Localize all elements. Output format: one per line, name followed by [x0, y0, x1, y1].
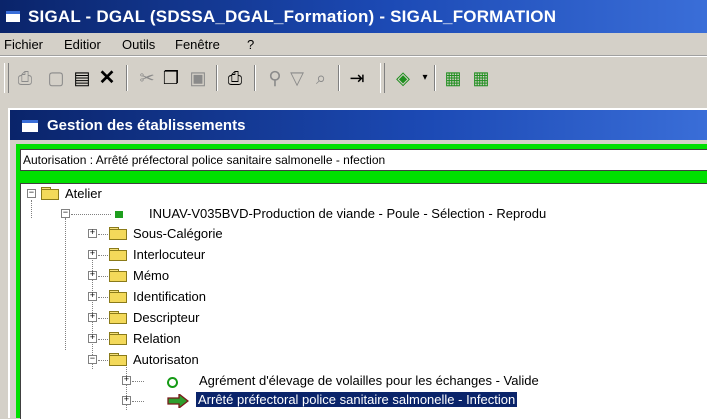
green-blocks-icon[interactable]: ▦: [470, 67, 492, 89]
production-status-icon: [115, 211, 123, 218]
tree-connector: [132, 401, 144, 402]
toolbar-grip[interactable]: [380, 63, 385, 93]
menu-bar: Fichier Editior Outils Fenêtre ?: [0, 33, 707, 56]
zoom-icon[interactable]: ⌕: [310, 67, 332, 89]
toolbar-separator: [126, 65, 128, 91]
tree-label: Mémo: [133, 268, 170, 283]
toolbar-separator: [338, 65, 340, 91]
green-stack-icon[interactable]: ◈: [392, 67, 414, 89]
tree-label: Identification: [133, 289, 206, 304]
tree-label: Sous-Calégorie: [133, 226, 223, 241]
green-blocks-icon[interactable]: ▦: [442, 67, 464, 89]
tree-label: Descripteur: [133, 310, 200, 325]
new-document-icon[interactable]: ▢: [45, 67, 67, 89]
cut-icon[interactable]: ✂: [136, 67, 158, 89]
collapse-icon[interactable]: −: [27, 189, 36, 198]
find-icon[interactable]: ⚲: [264, 67, 286, 89]
expand-icon[interactable]: +: [88, 334, 97, 343]
folder-icon: [109, 227, 127, 240]
child-titlebar: Gestion des établissements: [10, 110, 707, 140]
tree-node-autorisation[interactable]: − Autorisaton: [21, 350, 707, 370]
menu-help[interactable]: ?: [247, 37, 254, 52]
tree-node-interlocuteur[interactable]: + Interlocuteur: [21, 245, 707, 265]
gestion-etablissements-window: Gestion des établissements Autorisation …: [8, 108, 707, 419]
toolbar: ⎙ ▢ ▤ ✕ ✂ ❐ ▣ ⎙ ⚲ ▽ ⌕ ⇥ ◈ ▾ ▦ ▦: [0, 56, 707, 99]
expand-icon[interactable]: +: [88, 313, 97, 322]
folder-icon: [109, 311, 127, 324]
tree-node-descripteur[interactable]: + Descripteur: [21, 308, 707, 328]
tree-connector: [98, 234, 108, 235]
expand-icon[interactable]: +: [122, 376, 131, 385]
window-icon: [6, 11, 20, 22]
tree-label-selected: Arrêté préfectoral police sanitaire salm…: [196, 392, 518, 407]
filter-icon[interactable]: ▽: [286, 67, 308, 89]
tree-node-production[interactable]: − INUAV-V035BVD-Production de viande - P…: [21, 204, 707, 224]
autorisation-text: Autorisation : Arrêté préfectoral police…: [23, 153, 386, 167]
toolbar-separator: [216, 65, 218, 91]
tree-connector: [132, 381, 144, 382]
expand-icon[interactable]: +: [88, 229, 97, 238]
expand-icon[interactable]: +: [88, 271, 97, 280]
tree-label: INUAV-V035BVD-Production de viande - Pou…: [149, 206, 547, 221]
toolbar-separator: [254, 65, 256, 91]
tree-label: Interlocuteur: [133, 247, 206, 262]
folder-icon: [109, 290, 127, 303]
print-icon[interactable]: ⎙: [224, 67, 246, 89]
app-titlebar: SIGAL - DGAL (SDSSA_DGAL_Formation) - SI…: [0, 0, 707, 33]
tree-node-memo[interactable]: + Mémo: [21, 266, 707, 286]
toolbar-grip[interactable]: [4, 63, 9, 93]
folder-icon: [109, 269, 127, 282]
tree-connector: [98, 297, 108, 298]
expand-icon[interactable]: +: [88, 250, 97, 259]
tree-view[interactable]: − Atelier − INUAV-V035BVD-Production de …: [20, 183, 707, 419]
tree-connector: [98, 255, 108, 256]
valid-status-icon: [167, 377, 178, 388]
tree-connector: [98, 360, 108, 361]
tree-connector: [71, 214, 111, 215]
dropdown-arrow-icon[interactable]: ▾: [414, 67, 436, 89]
menu-outils[interactable]: Outils: [122, 37, 155, 52]
folder-icon: [109, 332, 127, 345]
tree-label: Atelier: [65, 186, 102, 201]
highlight-frame: Autorisation : Arrêté préfectoral police…: [16, 144, 707, 419]
tree-label: Agrément d'élevage de volailles pour les…: [199, 373, 539, 388]
folder-icon: [41, 187, 59, 200]
menu-fenetre[interactable]: Fenêtre: [175, 37, 220, 52]
tree-node-relation[interactable]: + Relation: [21, 329, 707, 349]
tree-node-sous-categorie[interactable]: + Sous-Calégorie: [21, 224, 707, 244]
paste-icon[interactable]: ▣: [187, 67, 209, 89]
delete-icon[interactable]: ✕: [96, 67, 118, 89]
menu-edition[interactable]: Editior: [64, 37, 101, 52]
tree-label: Autorisaton: [133, 352, 199, 367]
toolbar-separator: [434, 65, 436, 91]
menu-fichier[interactable]: Fichier: [4, 37, 43, 52]
tree-node-identification[interactable]: + Identification: [21, 287, 707, 307]
tree-node-atelier[interactable]: − Atelier: [21, 184, 707, 204]
folder-icon: [109, 353, 127, 366]
app-title: SIGAL - DGAL (SDSSA_DGAL_Formation) - SI…: [28, 7, 557, 26]
folder-icon: [109, 248, 127, 261]
tree-node-agrement[interactable]: + Agrément d'élevage de volailles pour l…: [21, 371, 707, 391]
arrow-right-icon: [167, 394, 189, 408]
exit-icon[interactable]: ⇥: [346, 67, 368, 89]
tree-connector: [98, 276, 108, 277]
tree-node-arrete[interactable]: + Arrêté préfectoral police sanitaire sa…: [21, 391, 707, 411]
properties-icon[interactable]: ▤: [71, 67, 93, 89]
tree-connector: [98, 318, 108, 319]
child-title: Gestion des établissements: [47, 117, 246, 134]
collapse-icon[interactable]: −: [88, 355, 97, 364]
copy-icon[interactable]: ❐: [160, 67, 182, 89]
collapse-icon[interactable]: −: [61, 209, 70, 218]
expand-icon[interactable]: +: [122, 396, 131, 405]
tree-label: Relation: [133, 331, 181, 346]
expand-icon[interactable]: +: [88, 292, 97, 301]
window-icon: [22, 120, 38, 132]
tree-connector: [98, 339, 108, 340]
autorisation-field[interactable]: Autorisation : Arrêté préfectoral police…: [20, 149, 707, 171]
print-preview-icon[interactable]: ⎙: [14, 67, 36, 89]
